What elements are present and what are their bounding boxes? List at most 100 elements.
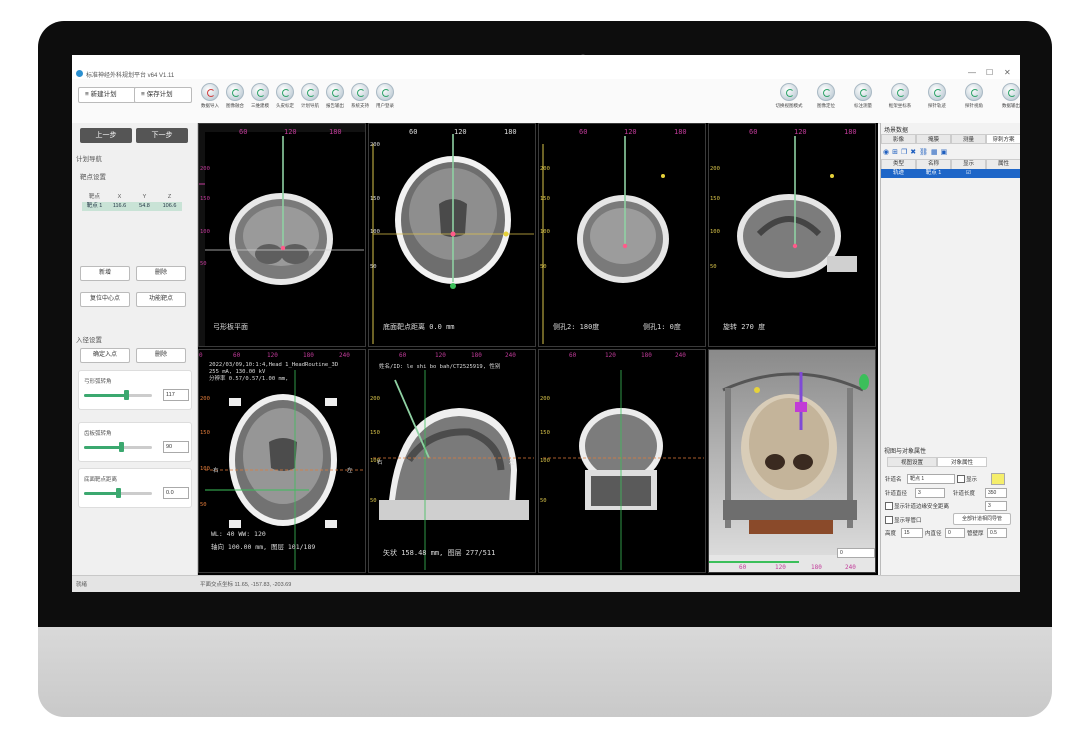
tool-label: 标注测量 (854, 103, 872, 108)
slider-value-field[interactable]: 0.0 (163, 487, 189, 499)
new-plan-button[interactable]: ≡ 新建计划 (78, 87, 136, 103)
tool-import-button[interactable]: 数据导入 (200, 83, 220, 109)
add-icon[interactable]: ⊞ (892, 148, 898, 156)
slider-value-field[interactable]: 90 (163, 441, 189, 453)
tool-view-mode-button[interactable]: 切换视图模式 (774, 83, 804, 109)
tool-fusion-button[interactable]: 图像融合 (225, 83, 245, 109)
inner-diam-field[interactable]: 0 (945, 528, 965, 538)
delete-icon[interactable]: ✖ (910, 148, 916, 156)
slider-track[interactable] (84, 394, 152, 397)
all-guide-button[interactable]: 全部针道相同导管 (953, 513, 1011, 525)
side-hole-1-label: 侧孔1: 0度 (643, 323, 681, 331)
slider-fill (84, 492, 118, 495)
safety-field[interactable]: 3 (985, 501, 1007, 511)
table-row[interactable]: 轨迹 靶点 1 ☑ (881, 169, 1020, 178)
lock-icon[interactable]: ▣ (941, 148, 948, 156)
tool-label: 图像融合 (226, 103, 244, 108)
sagittal-slice-label: 矢状 158.48 mm, 图层 277/511 (383, 549, 496, 557)
delete-entry-button[interactable]: 删除 (136, 348, 186, 363)
tool-measure-button[interactable]: 标注测量 (848, 83, 878, 109)
delete-target-button[interactable]: 删除 (136, 266, 186, 281)
tool-navigate-button[interactable]: 计划导航 (300, 83, 320, 109)
next-step-button[interactable]: 下一步 (136, 128, 188, 143)
export-icon (1002, 83, 1020, 101)
prev-step-button[interactable]: 上一步 (80, 128, 132, 143)
tab-3[interactable]: 测量 (951, 134, 986, 144)
link-icon[interactable]: ⛓ (919, 148, 928, 156)
minimize-button[interactable]: — (968, 68, 976, 77)
row-name: 靶点 1 (925, 170, 942, 176)
tool-label: 数据输出 (1002, 103, 1020, 108)
table-row[interactable]: 靶点 1 116.6 54.8 106.6 (82, 202, 182, 211)
table-cell: 54.8 (132, 202, 157, 211)
axial-top-view[interactable]: 60 120 180 200 150 100 50 底面靶点距离 0.0 mm (368, 123, 536, 347)
height-field[interactable]: 15 (901, 528, 923, 538)
x-tick: 120 (624, 128, 637, 136)
func-target-button[interactable]: 功能靶点 (136, 292, 186, 307)
x-tick: 240 (675, 352, 686, 359)
tool-support-button[interactable]: 系统支持 (350, 83, 370, 109)
tool-export-button[interactable]: 数据输出 (996, 83, 1020, 109)
tool-3d-model-button[interactable]: 三维建模 (250, 83, 270, 109)
slider-card: 底面靶点距离 0.0 (78, 468, 192, 508)
y-tick: 200 (370, 142, 380, 148)
coronal-view-2[interactable]: 60 120 180 200 150 100 50 侧孔2: 180度 侧孔1:… (538, 123, 706, 347)
show-checkbox[interactable] (957, 475, 965, 483)
slider-thumb[interactable] (119, 442, 125, 452)
tool-frame-button[interactable]: 框架坐标系 (885, 83, 915, 109)
grid-icon[interactable]: ▦ (931, 148, 938, 156)
guide-checkbox[interactable] (885, 516, 893, 524)
safety-checkbox[interactable] (885, 502, 893, 510)
tab-4[interactable]: 穿刺方案 (986, 134, 1020, 144)
slider-value-field[interactable]: 117 (163, 389, 189, 401)
axial-view[interactable]: 0 60 120 180 240 200 150 100 50 2022/03/… (198, 349, 366, 573)
tool-user-button[interactable]: 用户登录 (375, 83, 395, 109)
tool-locate-button[interactable]: 图像定位 (811, 83, 841, 109)
coronal-view[interactable]: 60 120 180 200 150 100 50 弓形板平面 (198, 123, 366, 347)
slider-thumb[interactable] (116, 488, 121, 498)
tool-report-button[interactable]: 报告输出 (325, 83, 345, 109)
row-visible-checkbox[interactable]: ☑ (951, 169, 986, 178)
confirm-entry-button[interactable]: 确定入点 (80, 348, 130, 363)
coronal-view-3[interactable]: 60 120 180 240 200 150 100 50 (538, 349, 706, 573)
x-tick: 180 (641, 352, 652, 359)
slider-thumb[interactable] (124, 390, 130, 400)
close-button[interactable]: ✕ (1004, 68, 1011, 77)
left-mark: 左 (347, 468, 353, 474)
tab-1[interactable]: 影像 (881, 134, 916, 144)
x-tick: 180 (303, 352, 314, 359)
view-value-input[interactable]: 0 (837, 548, 875, 558)
sagittal-rot-view[interactable]: 60 120 180 200 150 100 50 旋转 270 度 (708, 123, 876, 347)
x-tick: 60 (579, 128, 588, 136)
prop-tab-1[interactable]: 视图设置 (887, 457, 937, 467)
slider-card: 弓形弧转角 117 (78, 370, 192, 410)
tool-calibrate-button[interactable]: 头皮标定 (275, 83, 295, 109)
needle-diam-field[interactable]: 3 (915, 488, 945, 498)
tool-probe-view-button[interactable]: 探针视角 (959, 83, 989, 109)
view-mode-icon (780, 83, 798, 101)
table-cell: 106.6 (157, 202, 182, 211)
window-level-label: WL: 40 WW: 120 (211, 530, 266, 538)
y-tick: 100 (200, 229, 210, 235)
y-tick: 200 (200, 396, 210, 402)
eye-icon[interactable]: ◉ (883, 148, 889, 156)
needle-name-field[interactable]: 靶点 1 (907, 474, 955, 484)
wall-field[interactable]: 0.5 (987, 528, 1007, 538)
tab-2[interactable]: 掩膜 (916, 134, 951, 144)
left-mark: 左 (509, 460, 515, 466)
sagittal-view[interactable]: 60 120 180 240 200 150 100 50 姓名/ID: le … (368, 349, 536, 573)
tool-probe-button[interactable]: 探针轨迹 (922, 83, 952, 109)
3d-render-view[interactable]: 0 60 120 180 240 (708, 349, 876, 573)
color-swatch[interactable] (991, 473, 1005, 485)
needle-len-field[interactable]: 350 (985, 488, 1007, 498)
slider-card: 齿板弧转角 90 (78, 422, 192, 462)
save-plan-button[interactable]: ≡ 保存计划 (134, 87, 192, 103)
copy-icon[interactable]: ❐ (901, 148, 907, 156)
reset-center-button[interactable]: 复位中心点 (80, 292, 130, 307)
prop-tab-2[interactable]: 对象属性 (937, 457, 987, 467)
maximize-button[interactable]: ☐ (986, 68, 993, 77)
column-header: X (117, 194, 122, 200)
x-tick: 120 (284, 128, 297, 136)
slider-track[interactable] (84, 446, 152, 449)
add-target-button[interactable]: 新增 (80, 266, 130, 281)
